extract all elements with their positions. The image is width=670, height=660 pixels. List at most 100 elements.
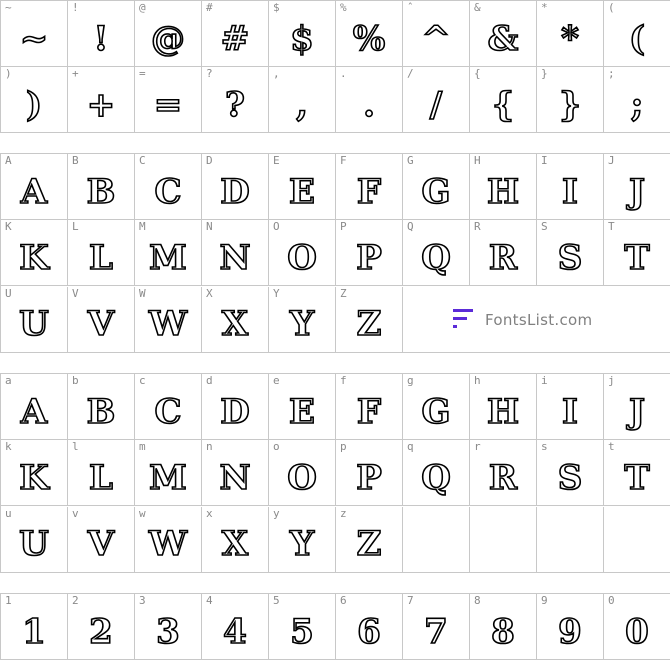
glyph-cell: PP — [336, 220, 403, 287]
glyph-sample: T — [624, 457, 651, 498]
glyph-cell: hH — [470, 374, 537, 440]
glyph-sample: G — [421, 391, 452, 432]
glyph-cell: YY — [269, 286, 336, 353]
glyph-cell: + + — [68, 67, 135, 133]
glyph-cell: DD — [202, 154, 269, 220]
glyph-cell: (( — [604, 1, 670, 67]
glyph-cell: 22 — [68, 594, 135, 660]
glyph-sample: O — [286, 457, 317, 498]
glyph-cell: NN — [202, 220, 269, 287]
glyph-cell: )) — [1, 67, 68, 133]
glyph-sample: B — [86, 391, 116, 432]
glyph-sample: . — [362, 84, 375, 125]
glyph-cell: HH — [470, 154, 537, 220]
empty-cell — [537, 506, 604, 573]
glyph-cell: OO — [269, 220, 336, 287]
glyph-cell: EE — [269, 154, 336, 220]
symbols-grid: ~ ~!! @ @ # # $ $%% ˆ ^ & & * *(()) + + = =??,,.. / /{{}};; — [0, 0, 670, 133]
glyph-cell: {{ — [470, 67, 537, 133]
glyph-cell: wW — [135, 506, 202, 573]
glyph-sample: ^ — [421, 18, 451, 59]
glyph-sample: K — [18, 237, 49, 278]
glyph-cell: oO — [269, 440, 336, 507]
glyph-cell: xX — [202, 506, 269, 573]
glyph-sample: J — [628, 171, 646, 212]
glyph-cell: iI — [537, 374, 604, 440]
glyph-sample: S — [557, 237, 583, 278]
glyph-sample: A — [20, 171, 48, 212]
glyph-cell: mM — [135, 440, 202, 507]
glyph-cell: 44 — [202, 594, 269, 660]
glyph-sample: V — [87, 524, 115, 565]
empty-cell — [403, 506, 470, 573]
glyph-sample: Q — [420, 457, 451, 498]
glyph-sample: R — [488, 237, 518, 278]
glyph-sample: Z — [356, 304, 382, 345]
glyph-cell: eE — [269, 374, 336, 440]
fontslist-logo: FontsList.com — [453, 307, 592, 333]
glyph-sample: O — [286, 237, 317, 278]
glyph-cell: 99 — [537, 594, 604, 660]
glyph-sample: P — [355, 237, 382, 278]
glyph-sample: ! — [93, 18, 110, 59]
glyph-sample: & — [487, 18, 519, 59]
glyph-sample: I — [561, 391, 579, 432]
glyph-sample: 8 — [490, 611, 515, 652]
glyph-cell: aA — [1, 374, 68, 440]
glyph-cell: VV — [68, 286, 135, 353]
glyph-cell: sS — [537, 440, 604, 507]
glyph-sample: D — [219, 391, 250, 432]
glyph-cell: II — [537, 154, 604, 220]
glyph-sample: / — [429, 84, 443, 125]
glyph-sample: $ — [289, 18, 314, 59]
glyph-sample: C — [154, 171, 183, 212]
glyph-sample: % — [352, 18, 386, 59]
glyph-cell: .. — [336, 67, 403, 133]
uppercase-grid: AABBCCDDEEFFGGHHIIJJKKLLMMNNOOPPQQRRSSTT… — [0, 153, 670, 353]
glyph-sample: 5 — [289, 611, 314, 652]
glyph-cell: ;; — [604, 67, 670, 133]
glyph-sample: ) — [25, 84, 43, 125]
glyph-sample: W — [148, 304, 188, 345]
glyph-sample: Z — [356, 524, 382, 565]
glyph-sample: P — [355, 457, 382, 498]
glyph-cell: XX — [202, 286, 269, 353]
glyph-cell: uU — [1, 506, 68, 573]
glyph-cell: 00 — [604, 594, 670, 660]
glyph-sample: K — [18, 457, 49, 498]
glyph-sample: 4 — [222, 611, 247, 652]
glyph-cell: = = — [135, 67, 202, 133]
glyph-sample: B — [86, 171, 116, 212]
glyph-sample: A — [20, 391, 48, 432]
glyph-cell: fF — [336, 374, 403, 440]
glyph-sample: N — [219, 237, 252, 278]
glyph-cell: 11 — [1, 594, 68, 660]
glyph-cell: @ @ — [135, 1, 202, 67]
glyph-cell: 66 — [336, 594, 403, 660]
glyph-sample: 1 — [21, 611, 46, 652]
glyph-cell: BB — [68, 154, 135, 220]
glyph-sample: Y — [289, 304, 315, 345]
glyph-cell: RR — [470, 220, 537, 287]
glyph-cell: pP — [336, 440, 403, 507]
glyph-sample: M — [148, 237, 187, 278]
glyph-sample: # — [220, 18, 250, 59]
glyph-sample: 6 — [356, 611, 381, 652]
glyph-sample: T — [624, 237, 651, 278]
glyph-cell: cC — [135, 374, 202, 440]
glyph-sample: J — [628, 391, 646, 432]
glyph-sample: U — [18, 524, 49, 565]
digits-grid: 11223344556677889900 — [0, 593, 670, 660]
glyph-cell: / / — [403, 67, 470, 133]
glyph-sample: ~ — [19, 18, 49, 59]
glyph-sample: ? — [224, 84, 246, 125]
glyph-cell: * * — [537, 1, 604, 67]
glyph-sample: R — [488, 457, 518, 498]
glyph-cell: KK — [1, 220, 68, 287]
glyph-cell: jJ — [604, 374, 670, 440]
glyph-cell: FF — [336, 154, 403, 220]
glyph-sample: X — [221, 304, 249, 345]
glyph-sample: + — [86, 84, 116, 125]
glyph-cell: ZZ — [336, 286, 403, 353]
glyph-sample: ; — [630, 84, 644, 125]
